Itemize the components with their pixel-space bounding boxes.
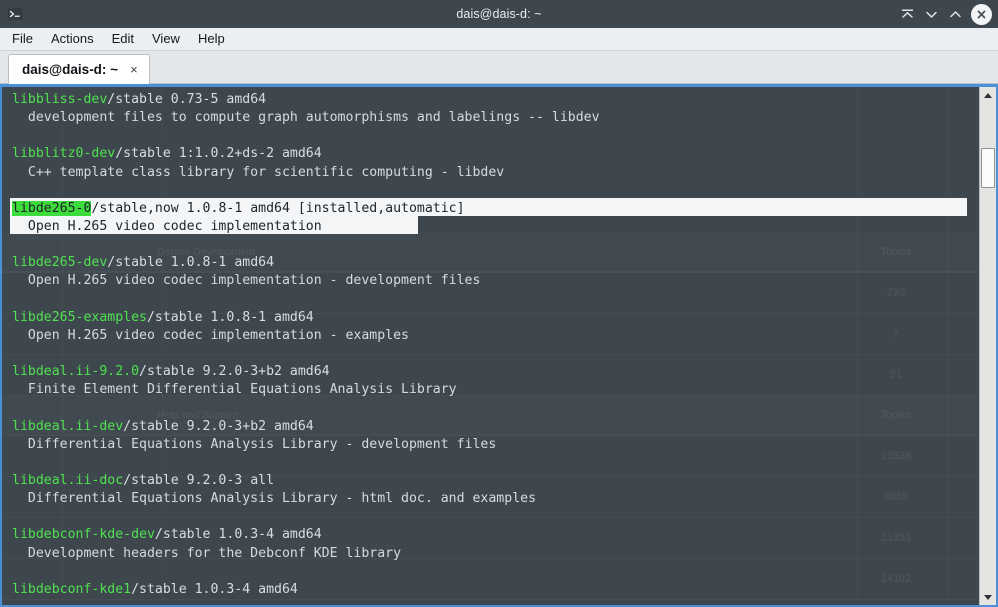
package-description-line: Open H.265 video codec implementation bbox=[12, 218, 996, 236]
package-description-line: Differential Equations Analysis Library … bbox=[12, 490, 996, 508]
package-line: libde265-0/stable,now 1.0.8-1 amd64 [ins… bbox=[12, 200, 996, 218]
package-version: /stable 1:1.0.2+ds-2 amd64 bbox=[115, 146, 322, 162]
package-name: libbliss-dev bbox=[12, 92, 108, 107]
window-title: dais@dais-d: ~ bbox=[456, 7, 542, 21]
package-description: Differential Equations Analysis Library … bbox=[12, 436, 497, 452]
package-version: /stable,now 1.0.8-1 amd64 [installed,aut… bbox=[91, 200, 465, 216]
package-name: libde265-0 bbox=[12, 200, 92, 216]
package-description: Open H.265 video codec implementation - … bbox=[12, 327, 409, 343]
package-version: /stable 1.0.3-4 amd64 bbox=[131, 581, 298, 597]
package-name: libdebconf-kde-dev bbox=[12, 527, 155, 543]
package-line: libdebconf-kde-dev/stable 1.0.3-4 amd64 bbox=[12, 526, 996, 544]
tab-close-icon[interactable]: × bbox=[130, 63, 138, 76]
package-version: /stable 1.0.3-4 amd64 bbox=[154, 527, 322, 543]
package-description: Open H.265 video codec implementation bbox=[12, 218, 322, 234]
package-description-line: C++ template class library for scientifi… bbox=[12, 164, 996, 182]
terminal-frame: Debian Development Topics 730 7 21 Help and S… bbox=[0, 84, 998, 607]
package-description-line: Finite Element Differential Equations An… bbox=[12, 381, 996, 399]
package-name: libdeal.ii-dev bbox=[12, 418, 124, 434]
package-version: /stable 9.2.0-3+b2 amd64 bbox=[123, 418, 314, 434]
maximize-button[interactable] bbox=[944, 3, 966, 25]
package-version: /stable 1.0.8-1 amd64 bbox=[107, 255, 275, 271]
package-name: libdeal.ii-doc bbox=[12, 472, 124, 488]
package-description: development files to compute graph autom… bbox=[12, 110, 600, 126]
terminal-scrollbar[interactable] bbox=[979, 87, 996, 605]
tabbar: dais@dais-d: ~ × bbox=[0, 51, 998, 84]
scroll-up-arrow-icon[interactable] bbox=[980, 87, 996, 103]
package-description-line: development files to compute graph autom… bbox=[12, 109, 996, 127]
package-line: libbliss-dev/stable 0.73-5 amd64 bbox=[12, 91, 996, 109]
package-description: C++ template class library for scientifi… bbox=[12, 164, 505, 180]
menu-item-file[interactable]: File bbox=[12, 30, 42, 48]
package-version: /stable 0.73-5 amd64 bbox=[107, 92, 267, 107]
package-name: libde265-dev bbox=[12, 255, 108, 271]
package-description-line: Development headers for the Debconf KDE … bbox=[12, 545, 996, 563]
package-line: libblitz0-dev/stable 1:1.0.2+ds-2 amd64 bbox=[12, 145, 996, 163]
menu-item-actions[interactable]: Actions bbox=[51, 30, 103, 48]
package-description-line: Differential Equations Analysis Library … bbox=[12, 436, 996, 454]
package-description: Finite Element Differential Equations An… bbox=[12, 382, 457, 398]
terminal-icon bbox=[7, 6, 24, 22]
menubar: File Actions Edit View Help bbox=[0, 28, 998, 51]
close-button[interactable] bbox=[971, 3, 992, 25]
package-description: Differential Equations Analysis Library … bbox=[12, 491, 537, 507]
window-controls bbox=[896, 0, 992, 28]
package-name: libde265-examples bbox=[12, 309, 147, 325]
terminal-window: dais@dais-d: ~ File Actions Edit View He… bbox=[0, 0, 998, 607]
scrollbar-track[interactable] bbox=[980, 103, 996, 589]
terminal-output: libbliss-dev/stable 0.73-5 amd64 develop… bbox=[2, 87, 996, 599]
package-name: libdebconf-kde1 bbox=[12, 581, 132, 597]
package-version: /stable 9.2.0-3 all bbox=[123, 472, 275, 488]
scroll-down-arrow-icon[interactable] bbox=[980, 589, 996, 605]
menu-item-view[interactable]: View bbox=[152, 30, 189, 48]
package-line: libdeal.ii-doc/stable 9.2.0-3 all bbox=[12, 472, 996, 490]
menu-item-help[interactable]: Help bbox=[198, 30, 234, 48]
package-line: libdeal.ii-9.2.0/stable 9.2.0-3+b2 amd64 bbox=[12, 363, 996, 381]
terminal-screen[interactable]: Debian Development Topics 730 7 21 Help and S… bbox=[2, 87, 996, 605]
package-line: libdeal.ii-dev/stable 9.2.0-3+b2 amd64 bbox=[12, 418, 996, 436]
bleed-row: 20693 bbox=[2, 600, 996, 605]
package-description: Open H.265 video codec implementation - … bbox=[12, 273, 481, 289]
shade-button[interactable] bbox=[896, 3, 918, 25]
package-version: /stable 1.0.8-1 amd64 bbox=[146, 309, 314, 325]
package-name: libdeal.ii-9.2.0 bbox=[12, 364, 140, 380]
scrollbar-thumb[interactable] bbox=[981, 148, 995, 188]
package-description: Development headers for the Debconf KDE … bbox=[12, 545, 402, 561]
package-name: libblitz0-dev bbox=[12, 146, 116, 162]
tab-label: dais@dais-d: ~ bbox=[22, 62, 119, 77]
menu-item-edit[interactable]: Edit bbox=[112, 30, 143, 48]
terminal-tab[interactable]: dais@dais-d: ~ × bbox=[8, 54, 150, 84]
package-description-line: Open H.265 video codec implementation - … bbox=[12, 272, 996, 290]
package-line: libde265-examples/stable 1.0.8-1 amd64 bbox=[12, 309, 996, 327]
minimize-button[interactable] bbox=[920, 3, 942, 25]
package-description-line: Open H.265 video codec implementation - … bbox=[12, 327, 996, 345]
package-line: libde265-dev/stable 1.0.8-1 amd64 bbox=[12, 254, 996, 272]
package-line: libdebconf-kde1/stable 1.0.3-4 amd64 bbox=[12, 581, 996, 599]
package-version: /stable 9.2.0-3+b2 amd64 bbox=[139, 364, 330, 380]
window-titlebar[interactable]: dais@dais-d: ~ bbox=[0, 0, 998, 28]
